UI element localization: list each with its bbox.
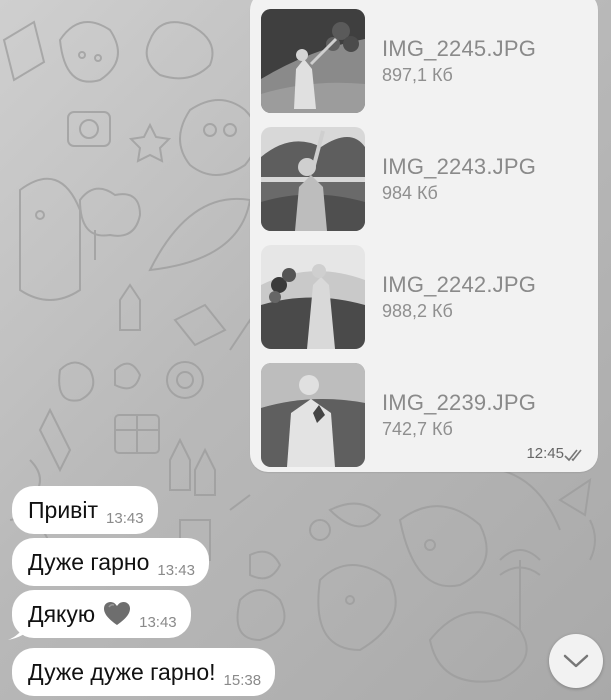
file-attachment-row[interactable]: IMG_2242.JPG 988,2 Кб <box>261 245 591 349</box>
photo-thumbnail[interactable] <box>261 363 365 467</box>
file-attachment-row[interactable]: IMG_2245.JPG 897,1 Кб <box>261 9 591 113</box>
message-text: Привіт <box>28 496 99 523</box>
message-time: 13:43 <box>106 509 144 527</box>
message-time: 15:38 <box>223 671 262 689</box>
file-name: IMG_2239.JPG <box>382 390 537 415</box>
scroll-to-bottom-button[interactable] <box>549 634 603 688</box>
file-size: 897,1 Кб <box>382 65 453 85</box>
chevron-down-icon <box>563 654 589 668</box>
file-size: 984 Кб <box>382 183 438 203</box>
file-name: IMG_2243.JPG <box>382 154 537 179</box>
photo-thumbnail[interactable] <box>261 9 365 113</box>
photo-thumbnail[interactable] <box>261 245 365 349</box>
message-text: Дуже дуже гарно! <box>28 658 216 685</box>
message-text: Дякую <box>28 600 96 627</box>
grey-heart-icon <box>104 602 131 625</box>
incoming-message-bubble[interactable]: Дуже дуже гарно! 15:38 <box>12 648 276 696</box>
file-size: 742,7 Кб <box>382 419 453 439</box>
file-name: IMG_2242.JPG <box>382 272 537 297</box>
photo-thumbnail[interactable] <box>261 127 365 231</box>
incoming-message-bubble[interactable]: Дуже гарно 13:43 <box>12 538 209 586</box>
message-time: 13:43 <box>157 561 195 579</box>
file-name: IMG_2245.JPG <box>382 36 537 61</box>
message-time: 12:45 <box>526 445 564 462</box>
outgoing-files-message: IMG_2245.JPG 897,1 Кб IMG_2243.JPG 984 К… <box>250 0 598 472</box>
incoming-message-bubble[interactable]: Привіт 13:43 <box>12 486 158 534</box>
double-check-read-icon <box>564 449 582 462</box>
message-text: Дуже гарно <box>28 548 150 575</box>
file-size: 988,2 Кб <box>382 301 453 321</box>
file-attachment-row[interactable]: IMG_2243.JPG 984 Кб <box>261 127 591 231</box>
chat-area[interactable]: IMG_2245.JPG 897,1 Кб IMG_2243.JPG 984 К… <box>0 0 611 700</box>
message-time: 13:43 <box>139 613 177 631</box>
bubble-tail <box>8 624 24 640</box>
incoming-message-bubble[interactable]: Дякую 13:43 <box>12 590 191 638</box>
